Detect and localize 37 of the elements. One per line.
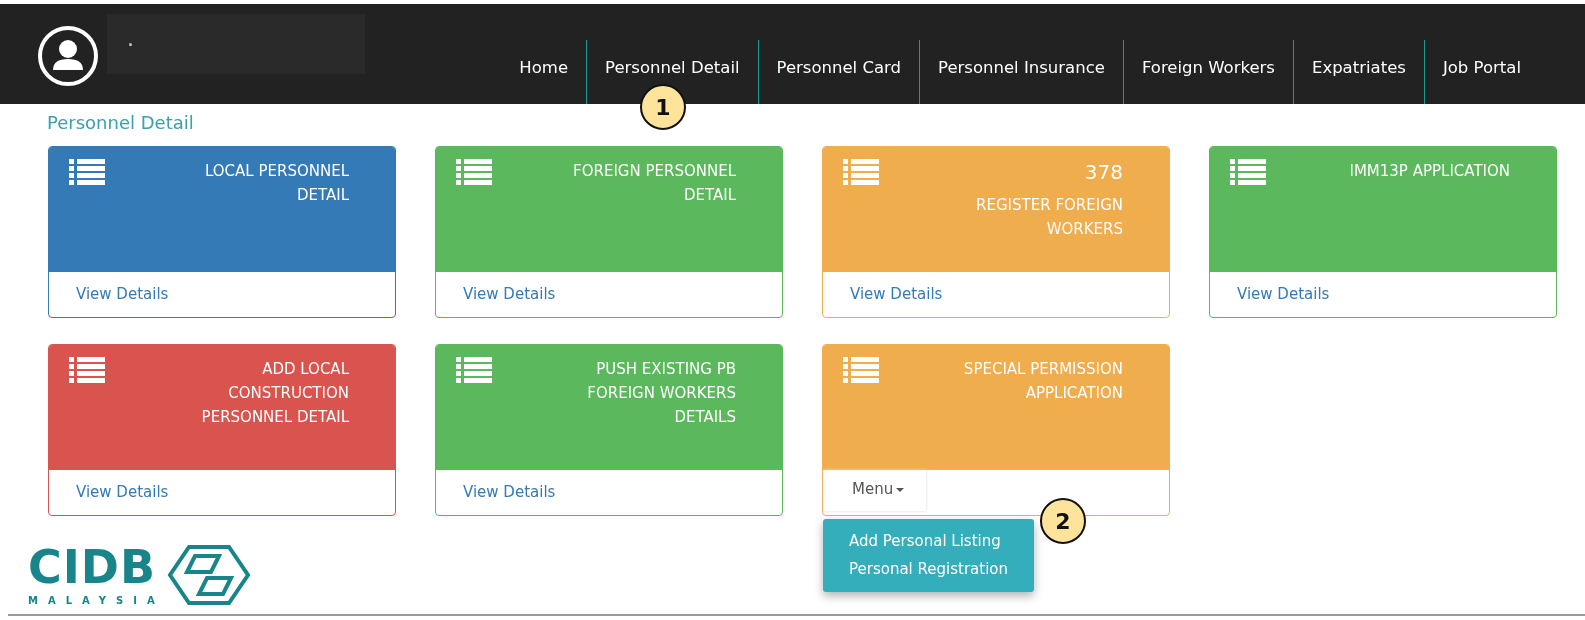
nav-link[interactable]: Personnel Insurance [919, 40, 1123, 104]
caret-icon [896, 487, 905, 492]
page-title: Personnel Detail [47, 112, 195, 134]
nav-link[interactable]: Personnel Card [757, 40, 920, 104]
callout-marker: 1 [640, 84, 686, 130]
list-icon [1230, 158, 1266, 186]
view-details-link[interactable]: View Details [76, 480, 169, 504]
view-details-link[interactable]: View Details [1237, 282, 1330, 306]
view-details-link[interactable]: View Details [463, 282, 556, 306]
panel-title: PUSH EXISTING PB FOREIGN WORKERS DETAILS [587, 359, 736, 426]
nav-link[interactable]: Job Portal [1423, 40, 1539, 104]
panel-count: 378 [1083, 158, 1123, 185]
callout-marker: 2 [1040, 498, 1086, 544]
user-name: . [107, 14, 365, 74]
panel-title: REGISTER FOREIGN WORKERS [976, 195, 1123, 238]
list-icon [456, 158, 492, 186]
list-icon [843, 158, 879, 186]
view-details-link[interactable]: View Details [850, 282, 943, 306]
view-details-link[interactable]: View Details [463, 480, 556, 504]
list-icon [843, 356, 879, 384]
hexagon-logo-icon [166, 544, 251, 606]
view-details-link[interactable]: View Details [76, 282, 169, 306]
logo-name: CIDB [28, 544, 158, 590]
panel-title: IMM13P APPLICATION [1349, 161, 1510, 180]
nav-link[interactable]: Home [501, 40, 587, 104]
nav-link[interactable]: Foreign Workers [1122, 40, 1293, 104]
menu-button[interactable]: Menu [824, 470, 927, 511]
panel-title: ADD LOCAL CONSTRUCTION PERSONNEL DETAIL [201, 359, 349, 426]
user-avatar-icon [37, 25, 99, 87]
logo-country: MALAYSIA [28, 596, 165, 606]
panel-title: FOREIGN PERSONNEL DETAIL [573, 161, 736, 204]
nav-link[interactable]: Expatriates [1292, 40, 1424, 104]
list-icon [69, 158, 105, 186]
panel-title: LOCAL PERSONNEL DETAIL [204, 161, 349, 204]
list-icon [456, 356, 492, 384]
panel-title: SPECIAL PERMISSION APPLICATION [963, 359, 1123, 402]
list-icon [69, 356, 105, 384]
